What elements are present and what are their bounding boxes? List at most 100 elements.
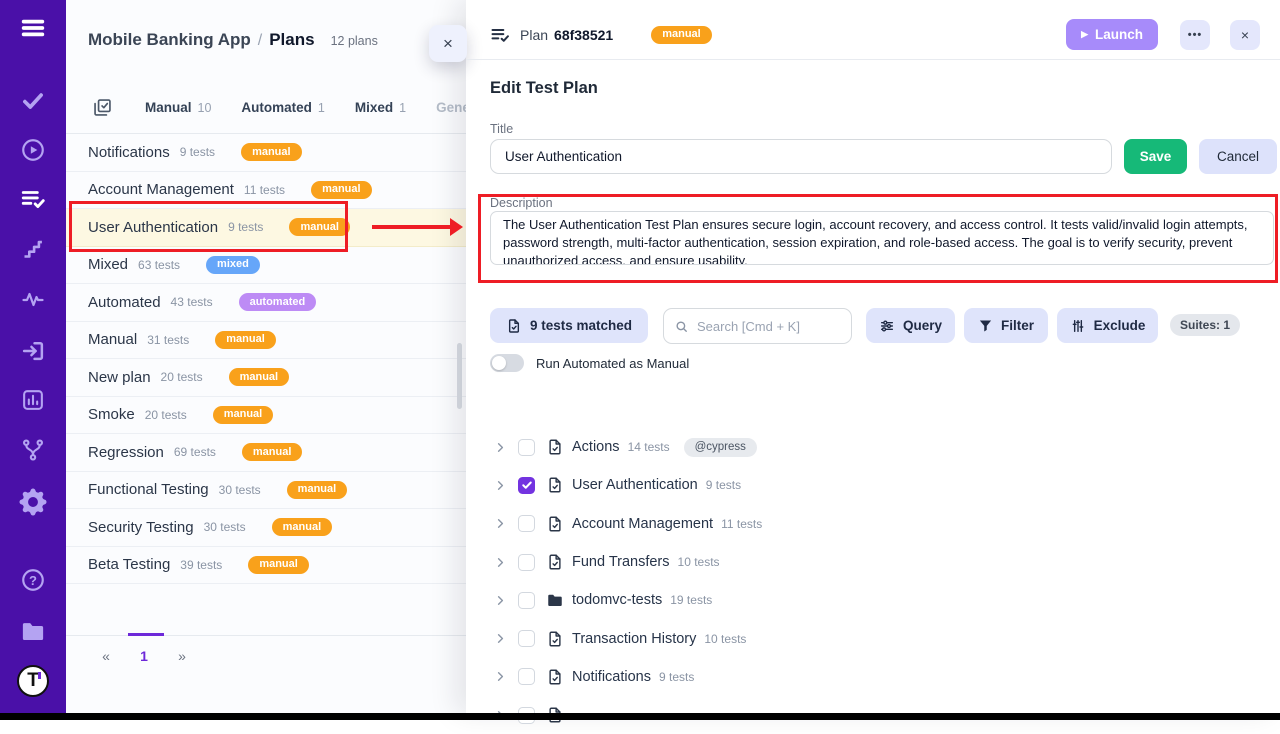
plan-row[interactable]: Smoke 20 tests manual	[66, 397, 466, 435]
project-name[interactable]: Mobile Banking App	[88, 30, 251, 50]
chevron-right-icon[interactable]	[494, 556, 507, 569]
suite-checkbox[interactable]	[518, 439, 535, 456]
plans-playlist-check-icon[interactable]	[20, 186, 46, 212]
plan-row[interactable]: Mixed 63 tests mixed	[66, 247, 466, 285]
suite-checkbox[interactable]	[518, 477, 535, 494]
suite-row[interactable]: Transaction History 10 tests	[466, 619, 1280, 657]
plan-row[interactable]: Functional Testing 30 tests manual	[66, 472, 466, 510]
plan-badge: manual	[229, 368, 290, 386]
search-input[interactable]	[697, 319, 841, 334]
breadcrumb-separator: /	[258, 32, 262, 50]
plan-badge: manual	[289, 218, 350, 236]
description-label: Description	[490, 196, 553, 210]
title-label: Title	[490, 122, 513, 136]
plan-row[interactable]: New plan 20 tests manual	[66, 359, 466, 397]
import-login-icon[interactable]	[21, 339, 46, 364]
plan-tab[interactable]: Manual 10	[145, 100, 211, 115]
close-button[interactable]: ×	[1230, 20, 1260, 50]
suite-checkbox[interactable]	[518, 668, 535, 685]
suite-test-count: 10 tests	[704, 632, 746, 646]
suite-checkbox[interactable]	[518, 515, 535, 532]
plan-tab[interactable]: Mixed 1	[355, 100, 406, 115]
plan-test-count: 9 tests	[228, 220, 263, 234]
plan-row[interactable]: Regression 69 tests manual	[66, 434, 466, 472]
annotation-arrow-line	[372, 225, 452, 229]
plans-count: 12 plans	[331, 34, 378, 48]
pagination-next-button[interactable]: »	[175, 648, 189, 664]
plan-row[interactable]: Notifications 9 tests manual	[66, 134, 466, 172]
plan-test-count: 9 tests	[180, 145, 215, 159]
runs-play-circle-icon[interactable]	[20, 137, 46, 163]
file-check-icon	[546, 553, 564, 571]
suite-checkbox[interactable]	[518, 554, 535, 571]
settings-gear-icon[interactable]	[20, 489, 47, 516]
help-icon[interactable]: ?	[20, 567, 46, 593]
query-button[interactable]: Query	[866, 308, 955, 343]
filter-button[interactable]: Filter	[964, 308, 1048, 343]
suite-row[interactable]: User Authentication 9 tests	[466, 466, 1280, 504]
chevron-right-icon[interactable]	[494, 594, 507, 607]
select-all-icon[interactable]	[92, 97, 113, 118]
app-sidebar: ? T	[0, 0, 66, 720]
description-textarea[interactable]: The User Authentication Test Plan ensure…	[490, 211, 1274, 265]
cancel-button[interactable]: Cancel	[1199, 139, 1277, 174]
funnel-icon	[978, 318, 993, 333]
tests-matched-button[interactable]: 9 tests matched	[490, 308, 648, 343]
page-title: Plans	[269, 30, 314, 50]
run-automated-toggle[interactable]	[490, 354, 524, 372]
suite-row[interactable]: Notifications 9 tests	[466, 658, 1280, 696]
plan-row[interactable]: Manual 31 tests manual	[66, 322, 466, 360]
pagination-page-1[interactable]: 1	[137, 648, 151, 664]
branch-icon[interactable]	[21, 438, 46, 463]
plan-row[interactable]: Security Testing 30 tests manual	[66, 509, 466, 547]
plan-type-tabs: Manual 10 Automated 1 Mixed 1 Gener	[92, 97, 481, 118]
suite-test-count: 14 tests	[628, 440, 670, 454]
title-input[interactable]	[490, 139, 1112, 174]
plan-name: Beta Testing	[88, 556, 170, 573]
tab-count: 10	[198, 101, 212, 115]
more-options-button[interactable]: •••	[1180, 20, 1210, 50]
toggle-knob	[492, 356, 506, 370]
suite-checkbox[interactable]	[518, 592, 535, 609]
plan-test-count: 11 tests	[244, 183, 285, 197]
plan-test-count: 20 tests	[145, 408, 187, 422]
tests-check-icon[interactable]	[20, 87, 46, 113]
plan-test-count: 39 tests	[180, 558, 222, 572]
plan-row[interactable]: Beta Testing 39 tests manual	[66, 547, 466, 585]
suite-checkbox[interactable]	[518, 630, 535, 647]
testomat-logo[interactable]: T	[17, 665, 49, 697]
svg-text:?: ?	[29, 573, 37, 588]
file-check-icon	[546, 438, 564, 456]
steps-icon[interactable]	[21, 237, 45, 261]
hamburger-menu-icon[interactable]	[19, 14, 47, 42]
plan-row[interactable]: Account Management 11 tests manual	[66, 172, 466, 210]
pagination-prev-button[interactable]: «	[99, 648, 113, 664]
suite-row[interactable]: Actions 14 tests @cypress	[466, 428, 1280, 466]
chevron-right-icon[interactable]	[494, 517, 507, 530]
breadcrumb: Mobile Banking App / Plans 12 plans	[88, 30, 378, 50]
suite-row[interactable]: todomvc-tests 19 tests	[466, 581, 1280, 619]
plan-type-label: Plan	[520, 27, 548, 43]
logo-tick	[38, 672, 41, 679]
chevron-right-icon[interactable]	[494, 632, 507, 645]
activity-pulse-icon[interactable]	[21, 287, 45, 311]
exclude-button[interactable]: Exclude	[1057, 308, 1158, 343]
save-button[interactable]: Save	[1124, 139, 1187, 174]
search-box[interactable]	[663, 308, 852, 344]
plan-badge: automated	[239, 293, 317, 311]
chevron-right-icon[interactable]	[494, 441, 507, 454]
chevron-right-icon[interactable]	[494, 479, 507, 492]
chevron-right-icon[interactable]	[494, 670, 507, 683]
launch-button[interactable]: ▶ Launch	[1066, 19, 1158, 50]
drawer-floating-close-button[interactable]: ×	[429, 25, 467, 62]
suite-row[interactable]: Account Management 11 tests	[466, 505, 1280, 543]
plan-row[interactable]: Automated 43 tests automated	[66, 284, 466, 322]
plan-tab[interactable]: Automated 1	[241, 100, 324, 115]
reports-bar-chart-icon[interactable]	[21, 388, 46, 413]
tests-matched-label: 9 tests matched	[530, 318, 632, 333]
suite-row[interactable]: Fund Transfers 10 tests	[466, 543, 1280, 581]
file-check-icon	[546, 630, 564, 648]
projects-folder-icon[interactable]	[20, 618, 47, 645]
sliders-vertical-icon	[1070, 318, 1086, 334]
scrollbar-thumb[interactable]	[457, 343, 462, 409]
